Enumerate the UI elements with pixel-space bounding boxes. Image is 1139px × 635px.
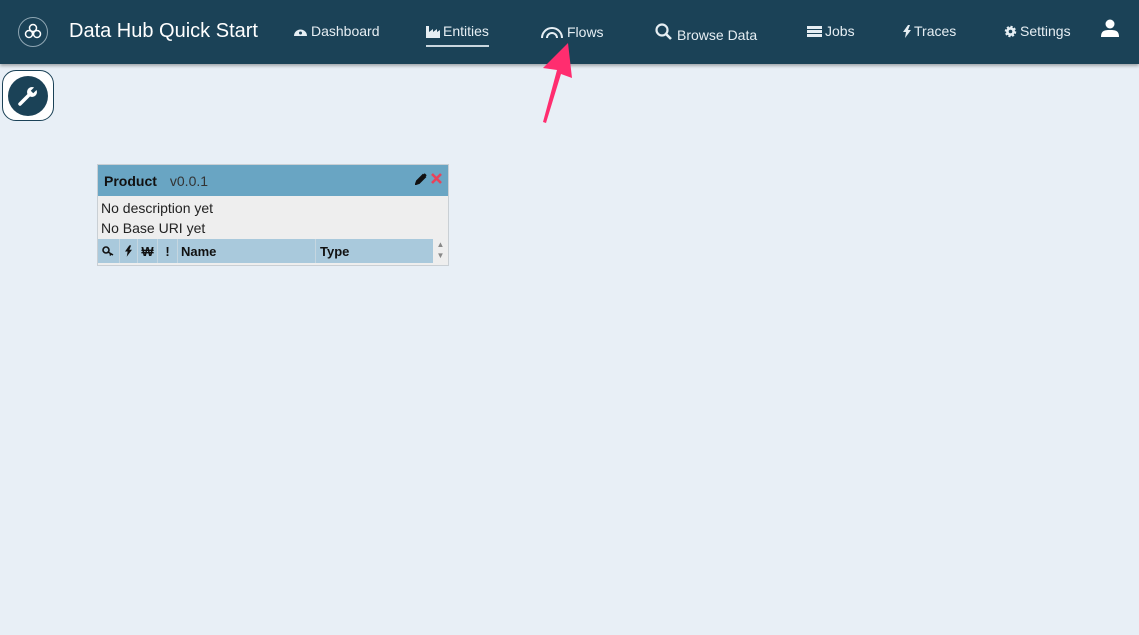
nav-label: Entities (443, 23, 489, 39)
required-column[interactable]: ! (158, 239, 178, 263)
user-menu[interactable] (1101, 19, 1119, 42)
type-column[interactable]: Type (316, 239, 433, 263)
nav-label: Jobs (825, 23, 855, 39)
bolt-icon (903, 24, 911, 38)
gear-icon (1004, 25, 1017, 37)
dashboard-icon (294, 29, 307, 36)
nav-jobs[interactable]: Jobs (807, 23, 855, 39)
nav-flows[interactable]: Flows (540, 24, 604, 40)
nav-dashboard[interactable]: Dashboard (293, 23, 380, 39)
elastic-column[interactable] (120, 239, 138, 263)
nav-label: Settings (1020, 23, 1071, 39)
entity-name: Product (104, 172, 157, 189)
wrench-icon (18, 84, 39, 106)
range-column[interactable]: ₩ (138, 239, 158, 263)
entity-card-product[interactable]: Product v0.0.1 No description yet No Bas… (97, 164, 449, 266)
user-icon (1101, 19, 1119, 37)
key-icon (102, 246, 114, 256)
entity-description: No description yet (101, 200, 214, 216)
nav-settings[interactable]: Settings (1004, 23, 1071, 39)
tools-button[interactable] (2, 70, 54, 121)
won-icon: ₩ (141, 243, 154, 259)
scrollbar[interactable]: ▲ ▼ (433, 239, 448, 263)
name-column[interactable]: Name (178, 239, 316, 263)
logo-icon[interactable] (18, 17, 48, 47)
nav-label: Browse Data (677, 27, 758, 43)
entity-card-header: Product v0.0.1 (98, 165, 448, 196)
bolt-icon (125, 245, 132, 257)
nav-label: Flows (567, 24, 604, 40)
jobs-icon (807, 25, 822, 37)
app-title: Data Hub Quick Start (69, 20, 258, 42)
nav-label: Traces (914, 23, 957, 39)
entity-base-uri: No Base URI yet (101, 220, 206, 236)
nav-label: Dashboard (311, 23, 380, 39)
nav-entities[interactable]: Entities (426, 23, 489, 47)
nav-browse-data[interactable]: Browse Data (654, 20, 757, 43)
flows-icon (541, 27, 563, 39)
properties-table-header: ₩ ! Name Type (98, 239, 433, 263)
pencil-icon[interactable] (415, 173, 427, 185)
key-column[interactable] (98, 239, 120, 263)
search-icon (655, 22, 672, 40)
close-icon[interactable] (431, 173, 442, 184)
factory-icon (426, 25, 440, 38)
nav-traces[interactable]: Traces (903, 23, 956, 39)
annotation-arrow (543, 43, 572, 123)
entity-version: v0.0.1 (169, 172, 209, 189)
